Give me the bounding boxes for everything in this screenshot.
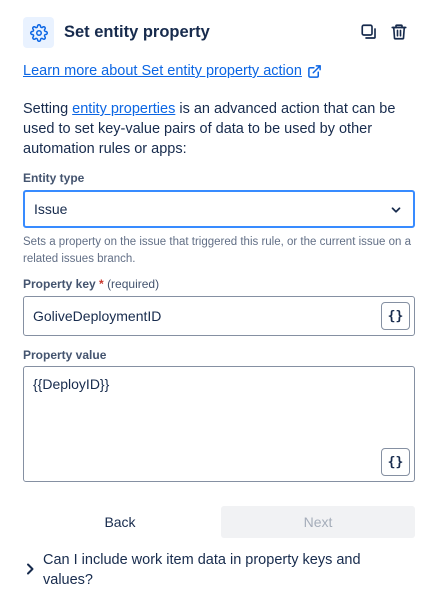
entity-type-select[interactable]: Issue [23, 190, 415, 228]
action-description: Setting entity properties is an advanced… [23, 99, 421, 159]
chevron-right-icon [27, 563, 34, 575]
property-value-text: {{DeployID}} [33, 376, 110, 392]
entity-properties-link[interactable]: entity properties [72, 101, 175, 117]
entity-type-helper: Sets a property on the issue that trigge… [23, 236, 412, 265]
property-key-smart-value-button[interactable]: {} [381, 302, 410, 330]
property-key-label: Property key * (required) [23, 277, 159, 291]
chevron-down-icon [391, 207, 401, 213]
panel-title: Set entity property [64, 23, 210, 41]
property-value-label: Property value [23, 348, 107, 362]
panel-header: Set entity property [23, 17, 413, 49]
gear-icon [29, 23, 48, 42]
copy-icon [361, 24, 376, 39]
property-key-label-text: Property key [23, 277, 96, 291]
property-value-textarea[interactable]: {{DeployID}} {} [23, 366, 415, 482]
learn-more-link[interactable]: Learn more about Set entity property act… [23, 63, 322, 79]
entity-type-label: Entity type [23, 171, 85, 185]
faq-question: Can I include work item data in property… [43, 552, 361, 588]
delete-button[interactable] [389, 22, 409, 42]
action-icon-box [23, 17, 54, 48]
learn-more-label: Learn more about Set entity property act… [23, 63, 302, 79]
entity-type-value: Issue [34, 201, 68, 217]
description-prefix: Setting [23, 101, 73, 117]
property-key-value: GoliveDeploymentID [33, 308, 162, 324]
required-mark: * [99, 277, 104, 291]
next-button[interactable]: Next [221, 506, 415, 538]
external-link-icon [308, 64, 321, 78]
property-value-smart-value-button[interactable]: {} [381, 448, 410, 476]
required-text: (required) [107, 277, 160, 291]
property-key-input[interactable]: GoliveDeploymentID {} [23, 296, 415, 336]
duplicate-button[interactable] [359, 22, 379, 42]
back-button[interactable]: Back [23, 506, 217, 538]
trash-icon [391, 24, 407, 40]
